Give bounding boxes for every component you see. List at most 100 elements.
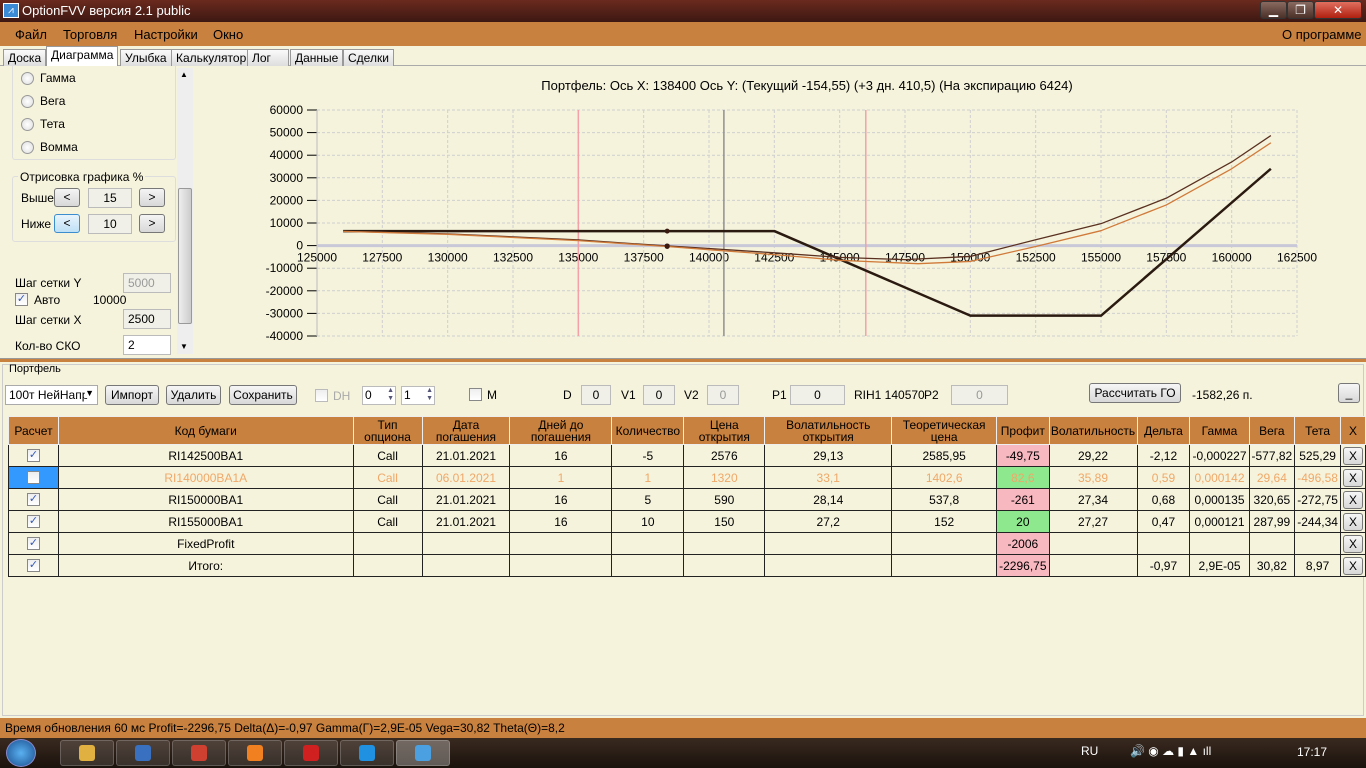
tab-log[interactable]: Лог — [247, 49, 289, 66]
calc-cell[interactable]: ✓ — [8, 510, 59, 533]
table-row[interactable]: ✓ FixedProfit -2006 X — [8, 532, 1366, 555]
calc-cell[interactable]: ✓ — [8, 532, 59, 555]
radio-vomma[interactable] — [21, 141, 34, 154]
taskbar-yandex-browser[interactable] — [284, 740, 338, 766]
menu-window[interactable]: Окно — [213, 27, 243, 42]
spin-arrows-icon[interactable]: ▲ ▼ — [426, 387, 433, 403]
scroll-up-icon[interactable]: ▲ — [180, 70, 188, 79]
column-header[interactable]: Волатильность — [1048, 416, 1138, 445]
delete-row-button[interactable]: X — [1342, 512, 1363, 531]
minimize-button[interactable]: ▁ — [1260, 1, 1287, 19]
menu-trading[interactable]: Торговля — [63, 27, 117, 42]
p2-input[interactable]: 0 — [951, 385, 1008, 405]
delete-row-button[interactable]: X — [1342, 468, 1363, 487]
radio-gamma[interactable] — [21, 72, 34, 85]
d-input[interactable]: 0 — [581, 385, 611, 405]
grid-x-input[interactable]: 2500 — [123, 309, 171, 329]
column-header[interactable]: Тип опциона — [352, 416, 423, 445]
spin2-input[interactable]: 1 ▲ ▼ — [401, 386, 435, 405]
taskbar-media-player[interactable] — [228, 740, 282, 766]
close-button[interactable]: ✕ — [1314, 1, 1362, 19]
radio-theta[interactable] — [21, 118, 34, 131]
calc-checkbox[interactable]: ✓ — [26, 449, 40, 462]
scroll-down-icon[interactable]: ▼ — [180, 342, 188, 351]
column-header[interactable]: Волатильность открытия — [764, 416, 893, 445]
column-header[interactable]: Количество — [611, 416, 685, 445]
v2-input[interactable]: 0 — [707, 385, 739, 405]
start-button[interactable] — [6, 739, 36, 767]
table-row[interactable]: ✓ RI150000BA1 Call 21.01.2021 16 5 590 28,14 537… — [8, 488, 1366, 511]
column-header[interactable]: Код бумаги — [57, 416, 354, 445]
column-header[interactable]: Гамма — [1189, 416, 1250, 445]
menu-file[interactable]: Файл — [15, 27, 47, 42]
delete-row-button[interactable]: X — [1342, 446, 1363, 465]
splitter[interactable] — [0, 358, 1366, 362]
menu-about[interactable]: О программе — [1282, 27, 1362, 42]
column-header[interactable]: X — [1339, 416, 1366, 445]
column-header[interactable]: Дата погашения — [421, 416, 511, 445]
above-decrease-button[interactable]: < — [54, 188, 80, 207]
table-row[interactable]: RI140000BA1A Call 06.01.2021 1 1 1320 33,1 1402… — [8, 466, 1366, 489]
sko-input[interactable]: 2 — [123, 335, 171, 355]
delete-row-button[interactable]: X — [1342, 556, 1363, 575]
calc-checkbox[interactable]: ✓ — [26, 493, 40, 506]
delete-cell[interactable]: X — [1339, 532, 1366, 555]
language-indicator[interactable]: RU — [1081, 744, 1098, 758]
taskbar-remote-desktop[interactable] — [116, 740, 170, 766]
clock[interactable]: 17:17 — [1297, 745, 1327, 759]
calc-cell[interactable]: ✓ — [8, 488, 59, 511]
tab-data[interactable]: Данные — [290, 49, 344, 66]
column-header[interactable]: Профит — [996, 416, 1050, 445]
delete-cell[interactable]: X — [1339, 554, 1366, 577]
radio-vega[interactable] — [21, 95, 34, 108]
taskbar-chrome[interactable] — [172, 740, 226, 766]
taskbar-explorer[interactable] — [60, 740, 114, 766]
portfolio-select[interactable]: 100т НейНапр ▼ — [5, 385, 98, 405]
calc-checkbox[interactable]: ✓ — [26, 559, 40, 572]
spin-arrows-icon[interactable]: ▲ ▼ — [387, 387, 394, 403]
column-header[interactable]: Цена открытия — [683, 416, 766, 445]
maximize-button[interactable]: ❐ — [1287, 1, 1314, 19]
tray-icons[interactable]: 🔊 ◉ ☁ ▮ ▲ ıll — [1130, 744, 1211, 758]
save-button[interactable]: Сохранить — [229, 385, 297, 405]
delete-cell[interactable]: X — [1339, 444, 1366, 467]
m-checkbox[interactable] — [469, 388, 482, 401]
calc-checkbox[interactable] — [26, 471, 40, 484]
calc-go-button[interactable]: Рассчитать ГО — [1089, 383, 1181, 403]
below-decrease-button[interactable]: < — [54, 214, 80, 233]
delete-cell[interactable]: X — [1339, 466, 1366, 489]
scroll-thumb[interactable] — [178, 188, 192, 324]
calc-checkbox[interactable]: ✓ — [26, 515, 40, 528]
dh-checkbox[interactable] — [315, 389, 328, 402]
tab-calculator[interactable]: Калькулятор — [171, 49, 252, 66]
delete-cell[interactable]: X — [1339, 510, 1366, 533]
auto-checkbox[interactable]: ✓ — [15, 293, 28, 306]
calc-cell[interactable]: ✓ — [8, 444, 59, 467]
table-row[interactable]: ✓ Итого: -2296,75 -0,97 2,9E-05 30,82 8,97 X — [8, 554, 1366, 577]
left-panel-scrollbar[interactable]: ▲ ▼ — [177, 68, 193, 354]
below-increase-button[interactable]: > — [139, 214, 165, 233]
delete-row-button[interactable]: X — [1342, 490, 1363, 509]
spin1-input[interactable]: 0 ▲ ▼ — [362, 386, 396, 405]
menu-settings[interactable]: Настройки — [134, 27, 198, 42]
column-header[interactable]: Теоретическая цена — [891, 416, 998, 445]
taskbar-opera[interactable] — [340, 740, 394, 766]
column-header[interactable]: Тета — [1294, 416, 1341, 445]
calc-cell[interactable]: ✓ — [8, 554, 59, 577]
import-button[interactable]: Импорт — [105, 385, 159, 405]
table-row[interactable]: ✓ RI155000BA1 Call 21.01.2021 16 10 150 27,2 152… — [8, 510, 1366, 533]
taskbar-optionfvv[interactable] — [396, 740, 450, 766]
v1-input[interactable]: 0 — [643, 385, 675, 405]
column-header[interactable]: Расчет — [8, 416, 59, 445]
delete-row-button[interactable]: X — [1342, 534, 1363, 553]
column-header[interactable]: Вега — [1248, 416, 1296, 445]
delete-cell[interactable]: X — [1339, 488, 1366, 511]
calc-cell[interactable] — [8, 466, 59, 489]
payoff-chart[interactable]: Портфель: Ось X: 138400 Ось Y: (Текущий … — [195, 66, 1366, 358]
table-row[interactable]: ✓ RI142500BA1 Call 21.01.2021 16 -5 2576 29,13 2… — [8, 444, 1366, 467]
grid-y-input[interactable]: 5000 — [123, 273, 171, 293]
minimize-portfolio-button[interactable]: _ — [1338, 383, 1360, 403]
delete-button[interactable]: Удалить — [166, 385, 221, 405]
tab-deals[interactable]: Сделки — [343, 49, 394, 66]
p1-input[interactable]: 0 — [790, 385, 845, 405]
